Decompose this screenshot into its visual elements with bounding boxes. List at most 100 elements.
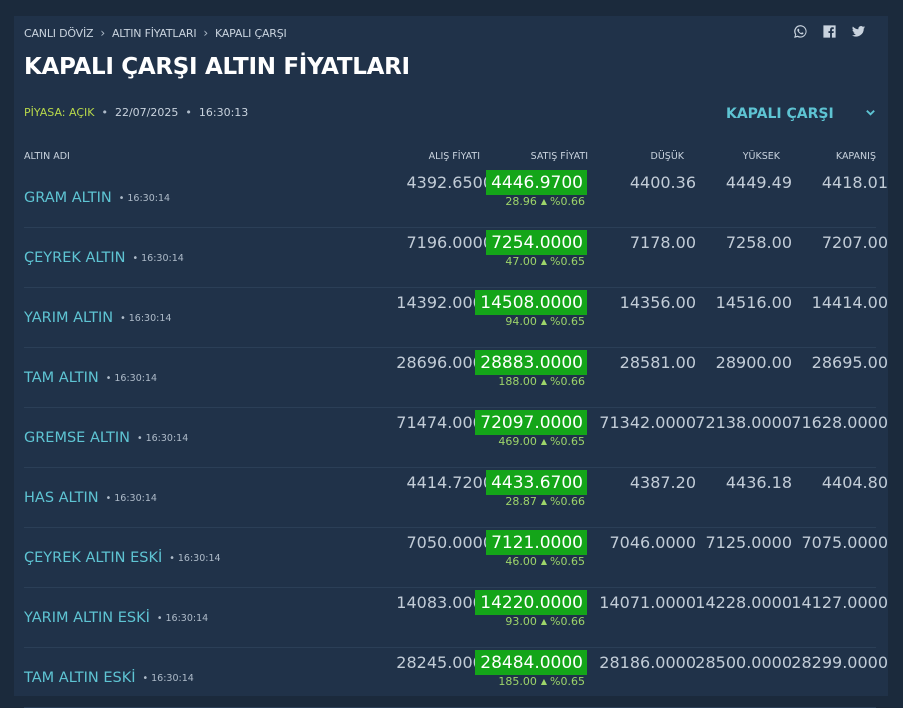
arrow-up-icon: ▲	[540, 437, 548, 446]
close-price: 28695.00	[811, 353, 888, 372]
table-row[interactable]: ÇEYREK ALTIN ESKİ • 16:30:14 7050.0000 7121…	[24, 528, 888, 588]
sell-cell: 28484.0000 185.00 ▲ %0.65	[475, 648, 587, 706]
table-row[interactable]: GREMSE ALTIN • 16:30:14 71474.0000 72097.00…	[24, 408, 888, 468]
sell-cell: 7254.0000 47.00 ▲ %0.65	[480, 228, 587, 286]
arrow-up-icon: ▲	[540, 317, 548, 326]
close-price: 4404.80	[821, 473, 888, 492]
gold-name: ÇEYREK ALTIN	[24, 250, 126, 266]
table-row[interactable]: GRAM ALTIN • 16:30:14 4392.6500 4446.9700 28…	[24, 168, 888, 228]
update-time: • 16:30:14	[120, 312, 172, 324]
low-price: 28581.00	[619, 353, 696, 372]
gold-name: YARIM ALTIN ESKİ	[24, 610, 150, 626]
sell-cell: 7121.0000 46.00 ▲ %0.65	[480, 528, 587, 586]
arrow-up-icon: ▲	[540, 197, 548, 206]
gold-name: YARIM ALTIN	[24, 310, 114, 326]
gold-name-link[interactable]: HAS ALTIN • 16:30:14	[24, 490, 157, 506]
update-time-value: 16:30:14	[165, 612, 209, 624]
change-amount: 93.00	[505, 615, 537, 628]
sell-cell: 28883.0000 188.00 ▲ %0.66	[475, 348, 587, 406]
low-price: 7178.00	[629, 233, 696, 252]
change-amount: 188.00	[498, 375, 537, 388]
gold-name-link[interactable]: YARIM ALTIN • 16:30:14	[24, 310, 171, 326]
update-time-value: 16:30:14	[141, 252, 184, 264]
update-time: • 16:30:14	[118, 192, 171, 204]
market-select-label: KAPALI ÇARŞI	[726, 106, 834, 122]
gold-name-link[interactable]: ÇEYREK ALTIN • 16:30:14	[24, 250, 184, 266]
change-amount: 47.00	[505, 255, 537, 268]
status-time: 16:30:13	[198, 106, 249, 119]
high-price: 4449.49	[725, 173, 792, 192]
arrow-up-icon: ▲	[540, 257, 548, 266]
gold-name-link[interactable]: TAM ALTIN ESKİ • 16:30:14	[24, 670, 194, 686]
close-price: 7075.0000	[801, 533, 888, 552]
price-table: GRAM ALTIN • 16:30:14 4392.6500 4446.9700 28…	[24, 168, 888, 708]
change-amount: 469.00	[498, 435, 537, 448]
close-price: 7207.00	[821, 233, 888, 252]
page-title: KAPALI ÇARŞI ALTIN FİYATLARI	[24, 54, 410, 80]
high-price: 14228.0000	[695, 593, 792, 612]
table-row[interactable]: TAM ALTIN ESKİ • 16:30:14 28245.0000 28484.…	[24, 648, 888, 708]
column-header-low: DÜŞÜK	[650, 151, 684, 162]
change-amount: 46.00	[505, 555, 537, 568]
column-header-close: KAPANIŞ	[835, 151, 876, 162]
update-time-value: 16:30:14	[151, 672, 194, 684]
table-row[interactable]: ÇEYREK ALTIN • 16:30:14 7196.0000 7254.0000…	[24, 228, 888, 288]
facebook-icon[interactable]	[822, 24, 837, 39]
price-change: 28.96 ▲ %0.66	[505, 195, 585, 208]
sell-price: 14508.0000	[475, 290, 587, 315]
arrow-up-icon: ▲	[540, 557, 548, 566]
arrow-up-icon: ▲	[540, 677, 548, 686]
change-amount: 28.87	[505, 495, 537, 508]
close-price: 14414.00	[811, 293, 888, 312]
price-change: 188.00 ▲ %0.66	[498, 375, 585, 388]
gold-name-link[interactable]: GRAM ALTIN • 16:30:14	[24, 190, 170, 206]
high-price: 4436.18	[725, 473, 792, 492]
gold-name-link[interactable]: ÇEYREK ALTIN ESKİ • 16:30:14	[24, 550, 221, 566]
update-time: • 16:30:14	[169, 552, 221, 564]
gold-name-link[interactable]: TAM ALTIN • 16:30:14	[24, 370, 157, 386]
table-row[interactable]: TAM ALTIN • 16:30:14 28696.0000 28883.0000 1…	[24, 348, 888, 408]
close-price: 71628.0000	[791, 413, 888, 432]
high-price: 28900.00	[715, 353, 792, 372]
change-percent: %0.66	[550, 495, 585, 508]
gold-name-link[interactable]: YARIM ALTIN ESKİ • 16:30:14	[24, 610, 208, 626]
gold-name: GREMSE ALTIN	[24, 430, 130, 446]
change-percent: %0.66	[550, 615, 585, 628]
close-price: 14127.0000	[791, 593, 888, 612]
close-price: 28299.0000	[791, 653, 888, 672]
price-change: 47.00 ▲ %0.65	[505, 255, 585, 268]
price-change: 93.00 ▲ %0.66	[505, 615, 585, 628]
change-amount: 185.00	[498, 675, 537, 688]
change-percent: %0.66	[550, 195, 585, 208]
update-time: • 16:30:14	[142, 672, 194, 684]
column-header-name: ALTIN ADI	[24, 151, 70, 162]
change-percent: %0.65	[550, 555, 585, 568]
arrow-up-icon: ▲	[540, 497, 548, 506]
table-row[interactable]: HAS ALTIN • 16:30:14 4414.7200 4433.6700 28.…	[24, 468, 888, 528]
gold-prices-panel: CANLI DÖVİZ › ALTIN FİYATLARI › KAPALI Ç…	[14, 16, 888, 708]
change-percent: %0.65	[550, 315, 585, 328]
update-time-value: 16:30:14	[128, 312, 172, 324]
table-row[interactable]: YARIM ALTIN • 16:30:14 14392.0000 14508.000…	[24, 288, 888, 348]
change-amount: 94.00	[505, 315, 537, 328]
update-time-value: 16:30:14	[145, 432, 189, 444]
table-row[interactable]: YARIM ALTIN ESKİ • 16:30:14 14083.0000 1422…	[24, 588, 888, 648]
low-price: 14071.0000	[599, 593, 696, 612]
high-price: 28500.0000	[695, 653, 792, 672]
gold-name: ÇEYREK ALTIN ESKİ	[24, 550, 163, 566]
twitter-icon[interactable]	[851, 24, 866, 39]
change-percent: %0.65	[550, 255, 585, 268]
breadcrumb-item-gold-prices[interactable]: ALTIN FİYATLARI	[112, 27, 197, 40]
gold-name-link[interactable]: GREMSE ALTIN • 16:30:14	[24, 430, 188, 446]
market-status: PİYASA: AÇIK • 22/07/2025 • 16:30:13	[24, 106, 248, 119]
sell-cell: 14220.0000 93.00 ▲ %0.66	[475, 588, 587, 646]
update-time-value: 16:30:14	[177, 552, 221, 564]
sell-price: 14220.0000	[475, 590, 587, 615]
whatsapp-icon[interactable]	[793, 24, 808, 39]
sell-cell: 14508.0000 94.00 ▲ %0.65	[475, 288, 587, 346]
market-select-dropdown[interactable]: KAPALI ÇARŞI	[726, 105, 876, 123]
low-price: 4387.20	[629, 473, 696, 492]
social-share-icons	[793, 24, 866, 39]
breadcrumb-item-live-currency[interactable]: CANLI DÖVİZ	[24, 27, 94, 40]
breadcrumb-item-grand-bazaar[interactable]: KAPALI ÇARŞI	[215, 27, 287, 40]
